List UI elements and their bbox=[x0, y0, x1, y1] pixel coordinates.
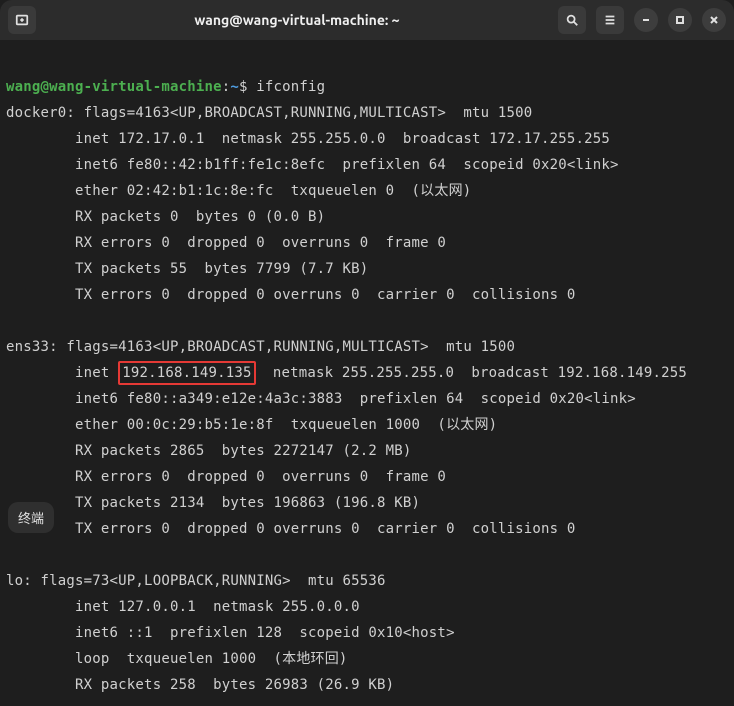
minimize-icon bbox=[641, 15, 651, 25]
lo-inet6: inet6 ::1 prefixlen 128 scopeid 0x10<hos… bbox=[6, 625, 455, 641]
maximize-icon bbox=[675, 15, 685, 25]
docker0-inet: inet 172.17.0.1 netmask 255.255.0.0 broa… bbox=[6, 131, 610, 147]
ens33-rx-errors: RX errors 0 dropped 0 overruns 0 frame 0 bbox=[6, 469, 446, 485]
docker0-rx-packets: RX packets 0 bytes 0 (0.0 B) bbox=[6, 209, 325, 225]
lo-header: lo: flags=73<UP,LOOPBACK,RUNNING> mtu 65… bbox=[6, 573, 386, 589]
ens33-rx-packets: RX packets 2865 bytes 2272147 (2.2 MB) bbox=[6, 443, 412, 459]
new-tab-icon bbox=[15, 13, 29, 27]
lo-loop: loop txqueuelen 1000 (本地环回) bbox=[6, 651, 348, 667]
window-title: wang@wang-virtual-machine: ~ bbox=[36, 12, 558, 28]
command-text: ifconfig bbox=[256, 79, 325, 95]
docker0-rx-errors: RX errors 0 dropped 0 overruns 0 frame 0 bbox=[6, 235, 446, 251]
docker0-tx-packets: TX packets 55 bytes 7799 (7.7 KB) bbox=[6, 261, 368, 277]
ens33-inet-prefix: inet bbox=[6, 365, 118, 381]
titlebar-right-group bbox=[558, 6, 726, 34]
docker0-tx-errors: TX errors 0 dropped 0 overruns 0 carrier… bbox=[6, 287, 576, 303]
ens33-inet6: inet6 fe80::a349:e12e:4a3c:3883 prefixle… bbox=[6, 391, 636, 407]
prompt-path: ~ bbox=[230, 79, 239, 95]
search-icon bbox=[565, 13, 579, 27]
hamburger-icon bbox=[603, 13, 617, 27]
search-button[interactable] bbox=[558, 6, 586, 34]
new-tab-button[interactable] bbox=[8, 6, 36, 34]
minimize-button[interactable] bbox=[634, 8, 658, 32]
ens33-tx-packets: TX packets 2134 bytes 196863 (196.8 KB) bbox=[6, 495, 420, 511]
ens33-inet-line: inet 192.168.149.135 netmask 255.255.255… bbox=[6, 365, 687, 381]
menu-button[interactable] bbox=[596, 6, 624, 34]
ens33-tx-errors: TX errors 0 dropped 0 overruns 0 carrier… bbox=[6, 521, 576, 537]
terminal-output[interactable]: wang@wang-virtual-machine:~$ ifconfig do… bbox=[0, 40, 734, 706]
docker0-ether: ether 02:42:b1:1c:8e:fc txqueuelen 0 (以太… bbox=[6, 183, 471, 199]
close-icon bbox=[709, 15, 719, 25]
window-titlebar: wang@wang-virtual-machine: ~ bbox=[0, 0, 734, 40]
prompt-user-host: wang@wang-virtual-machine bbox=[6, 79, 222, 95]
docker0-inet6: inet6 fe80::42:b1ff:fe1c:8efc prefixlen … bbox=[6, 157, 619, 173]
ens33-header: ens33: flags=4163<UP,BROADCAST,RUNNING,M… bbox=[6, 339, 515, 355]
ens33-inet-suffix: netmask 255.255.255.0 broadcast 192.168.… bbox=[256, 365, 687, 381]
prompt-symbol: $ bbox=[239, 79, 248, 95]
maximize-button[interactable] bbox=[668, 8, 692, 32]
close-button[interactable] bbox=[702, 8, 726, 32]
highlighted-ip: 192.168.149.135 bbox=[118, 361, 255, 385]
lo-inet: inet 127.0.0.1 netmask 255.0.0.0 bbox=[6, 599, 360, 615]
docker0-header: docker0: flags=4163<UP,BROADCAST,RUNNING… bbox=[6, 105, 532, 121]
lo-rx-packets: RX packets 258 bytes 26983 (26.9 KB) bbox=[6, 677, 394, 693]
titlebar-left-group bbox=[8, 6, 36, 34]
prompt-line: wang@wang-virtual-machine:~$ ifconfig bbox=[6, 79, 325, 95]
ens33-ether: ether 00:0c:29:b5:1e:8f txqueuelen 1000 … bbox=[6, 417, 497, 433]
app-badge[interactable]: 终端 bbox=[8, 502, 54, 533]
